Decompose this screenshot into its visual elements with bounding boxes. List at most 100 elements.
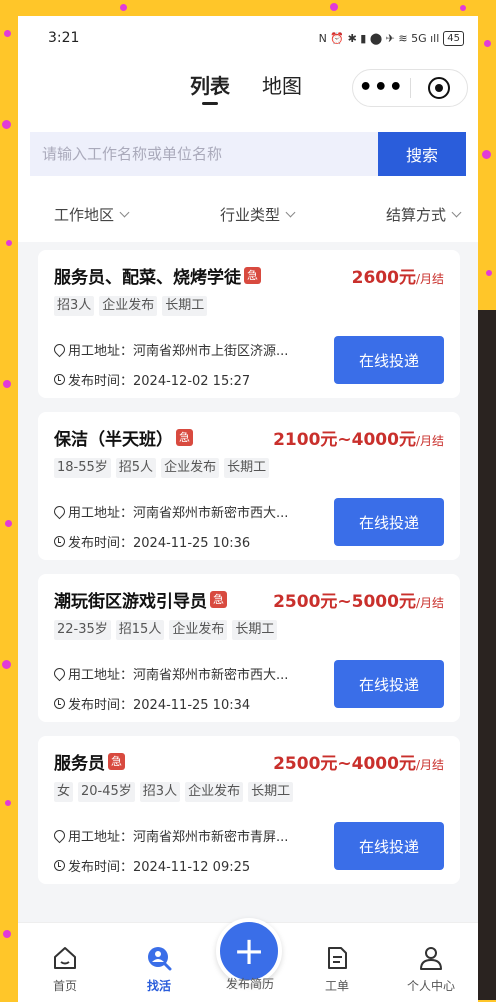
apply-online-button[interactable]: 在线投递 [334, 660, 444, 708]
status-time: 3:21 [48, 30, 80, 46]
filter-label: 工作地区 [54, 205, 115, 224]
salary-unit: /月结 [415, 433, 444, 448]
filter-label: 结算方式 [385, 205, 446, 224]
search-person-icon [148, 947, 172, 971]
job-tag: 女 [54, 782, 74, 802]
job-tag: 企业发布 [185, 782, 244, 802]
apply-online-button[interactable]: 在线投递 [334, 822, 444, 870]
filter-region[interactable]: 工作地区 [54, 204, 130, 225]
tabbar-label: 个人中心 [406, 979, 455, 993]
job-card[interactable]: 保洁（半天班） 急 2100元~4000元/月结 18-55岁 招5人 企业发布… [38, 412, 460, 560]
home-icon [54, 947, 76, 969]
salary: 2100元~4000元/月结 [273, 425, 444, 450]
salary-unit: /月结 [415, 757, 444, 772]
job-tag: 招5人 [115, 458, 157, 478]
tabbar-item-work-order[interactable]: 工单 [297, 945, 377, 994]
clock-icon [54, 859, 65, 871]
apply-online-button[interactable]: 在线投递 [334, 336, 444, 384]
chevron-down-icon [451, 207, 462, 217]
job-title: 服务员、配菜、烧烤学徒 [54, 267, 241, 288]
filter-bar: 工作地区 行业类型 结算方式 [18, 186, 478, 242]
job-tag: 长期工 [224, 458, 270, 478]
filter-settlement[interactable]: 结算方式 [385, 204, 462, 225]
job-address: 用工地址：河南省郑州市新密市西大... [68, 667, 289, 683]
job-tag: 长期工 [232, 620, 278, 640]
urgent-badge: 急 [176, 428, 193, 446]
location-pin-icon [51, 827, 68, 843]
chevron-down-icon [119, 207, 130, 217]
job-post-time: 发布时间：2024-12-02 15:27 [68, 373, 251, 389]
job-tags: 女 20-45岁 招3人 企业发布 长期工 [54, 782, 444, 802]
search-input[interactable] [30, 132, 378, 176]
job-address: 用工地址：河南省郑州市新密市西大... [68, 505, 289, 521]
job-card[interactable]: 服务员 急 2500元~4000元/月结 女 20-45岁 招3人 企业发布 长… [38, 736, 460, 884]
tab-map[interactable]: 地图 [262, 70, 302, 107]
job-tag: 长期工 [248, 782, 294, 802]
tabbar-item-find-work[interactable]: 找活 [119, 945, 199, 994]
job-tag: 18-55岁 [54, 458, 111, 478]
salary-unit: /月结 [415, 271, 444, 286]
tabbar-item-profile[interactable]: 个人中心 [391, 945, 471, 994]
tab-list[interactable]: 列表 [190, 70, 230, 107]
salary-amount: 2100元~4000元 [273, 429, 416, 450]
job-tags: 18-55岁 招5人 企业发布 长期工 [54, 458, 444, 478]
phone-screen: 3:21 N ⏰ ✱ ▮ ⬤ ✈ ≋ 5G ıll 45 列表 地图 ••• 搜… [18, 16, 478, 1002]
salary-amount: 2500元~4000元 [273, 753, 416, 774]
target-icon [427, 77, 450, 99]
job-address: 用工地址：河南省郑州市新密市青屏... [68, 829, 289, 845]
chevron-down-icon [285, 207, 296, 217]
salary-unit: /月结 [415, 595, 444, 610]
job-list: 服务员、配菜、烧烤学徒 急 2600元/月结 招3人 企业发布 长期工 用工地址… [18, 242, 478, 884]
apply-online-button[interactable]: 在线投递 [334, 498, 444, 546]
tabbar-label: 工单 [324, 979, 349, 993]
salary-amount: 2500元~5000元 [273, 591, 416, 612]
header: 列表 地图 ••• [18, 60, 478, 116]
filter-label: 行业类型 [219, 205, 280, 224]
bottom-tab-bar: 首页 找活 工单 个人中心 + 发布简历 [18, 918, 478, 1002]
salary: 2600元/月结 [352, 263, 444, 288]
tabbar-label: 首页 [52, 979, 77, 993]
job-post-time: 发布时间：2024-11-25 10:36 [68, 535, 251, 551]
view-tabs: 列表 地图 [190, 70, 302, 107]
clock-icon [54, 697, 65, 709]
urgent-badge: 急 [108, 752, 125, 770]
filter-industry[interactable]: 行业类型 [219, 204, 296, 225]
publish-resume-label: 发布简历 [225, 977, 274, 991]
job-title: 服务员 [54, 753, 105, 774]
status-bar: 3:21 N ⏰ ✱ ▮ ⬤ ✈ ≋ 5G ıll 45 [18, 16, 478, 60]
user-icon [420, 947, 442, 970]
document-icon [328, 947, 347, 969]
tabbar-label: 找活 [146, 979, 171, 993]
search-bar: 搜索 [18, 116, 478, 186]
search-button[interactable]: 搜索 [378, 132, 466, 176]
job-tag: 企业发布 [161, 458, 220, 478]
job-tags: 招3人 企业发布 长期工 [54, 296, 444, 316]
miniapp-capsule: ••• [352, 69, 468, 107]
status-indicator-icons: N ⏰ ✱ ▮ ⬤ ✈ ≋ 5G ıll [318, 31, 440, 45]
urgent-badge: 急 [210, 590, 227, 608]
tabbar-item-home[interactable]: 首页 [25, 945, 105, 994]
salary-amount: 2600元 [351, 267, 416, 288]
job-tag: 企业发布 [99, 296, 158, 316]
job-title: 潮玩街区游戏引导员 [54, 591, 207, 612]
job-tag: 招3人 [139, 782, 181, 802]
job-tags: 22-35岁 招15人 企业发布 长期工 [54, 620, 444, 640]
job-title: 保洁（半天班） [54, 429, 173, 450]
close-miniapp-button[interactable] [410, 77, 467, 99]
job-card[interactable]: 潮玩街区游戏引导员 急 2500元~5000元/月结 22-35岁 招15人 企… [38, 574, 460, 722]
salary: 2500元~4000元/月结 [273, 749, 444, 774]
job-post-time: 发布时间：2024-11-25 10:34 [68, 697, 251, 713]
location-pin-icon [51, 665, 68, 681]
job-tag: 企业发布 [169, 620, 228, 640]
battery-icon: 45 [443, 30, 464, 46]
job-tag: 20-45岁 [78, 782, 135, 802]
job-tag: 长期工 [162, 296, 208, 316]
location-pin-icon [51, 341, 68, 357]
job-tag: 招3人 [54, 296, 95, 316]
job-card[interactable]: 服务员、配菜、烧烤学徒 急 2600元/月结 招3人 企业发布 长期工 用工地址… [38, 250, 460, 398]
job-address: 用工地址：河南省郑州市上街区济源... [68, 343, 289, 359]
clock-icon [54, 535, 65, 547]
clock-icon [54, 373, 65, 385]
more-menu-icon[interactable]: ••• [353, 77, 410, 99]
salary: 2500元~5000元/月结 [273, 587, 444, 612]
